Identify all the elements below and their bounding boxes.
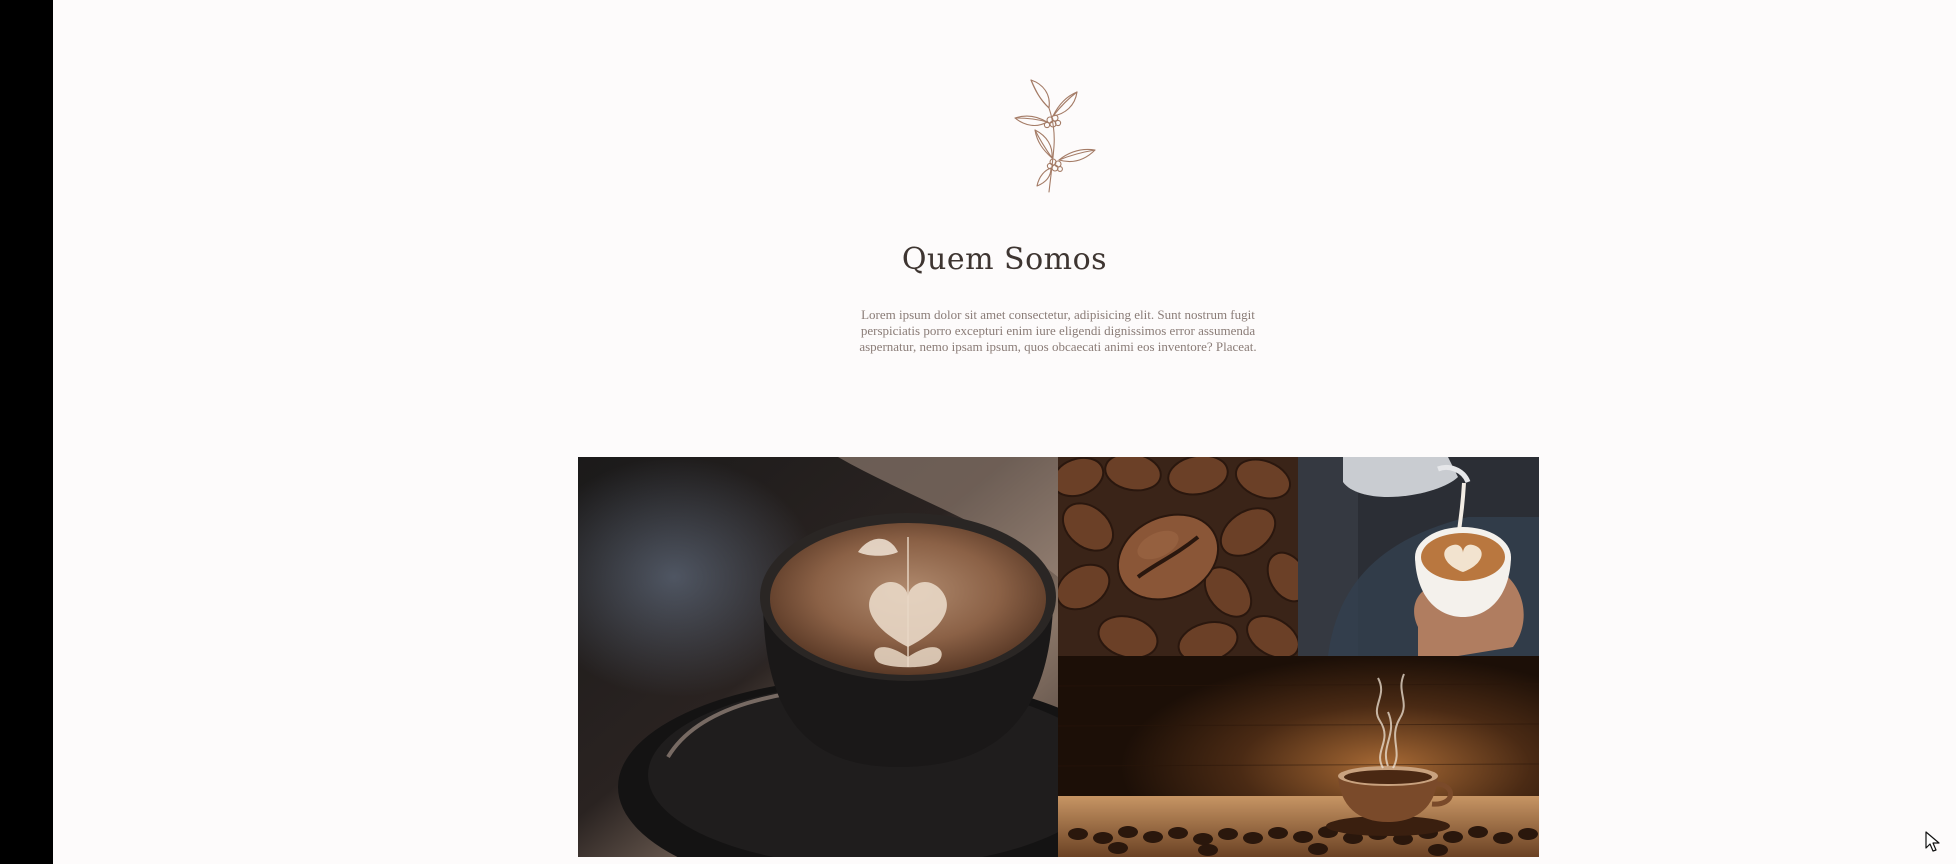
mouse-pointer-icon [1925, 831, 1941, 853]
latte-art-photo [578, 457, 1058, 857]
about-section: Quem Somos Lorem ipsum dolor sit amet co… [53, 0, 1956, 864]
coffee-beans-photo [1058, 457, 1298, 656]
steaming-cup-photo [1058, 656, 1539, 857]
left-dark-bar [0, 0, 53, 864]
section-title: Quem Somos [901, 242, 1108, 277]
photo-gallery [578, 457, 1539, 857]
milk-pour-photo [1298, 457, 1539, 656]
coffee-branch-icon [1009, 76, 1105, 194]
section-description: Lorem ipsum dolor sit amet consectetur, … [859, 307, 1257, 354]
